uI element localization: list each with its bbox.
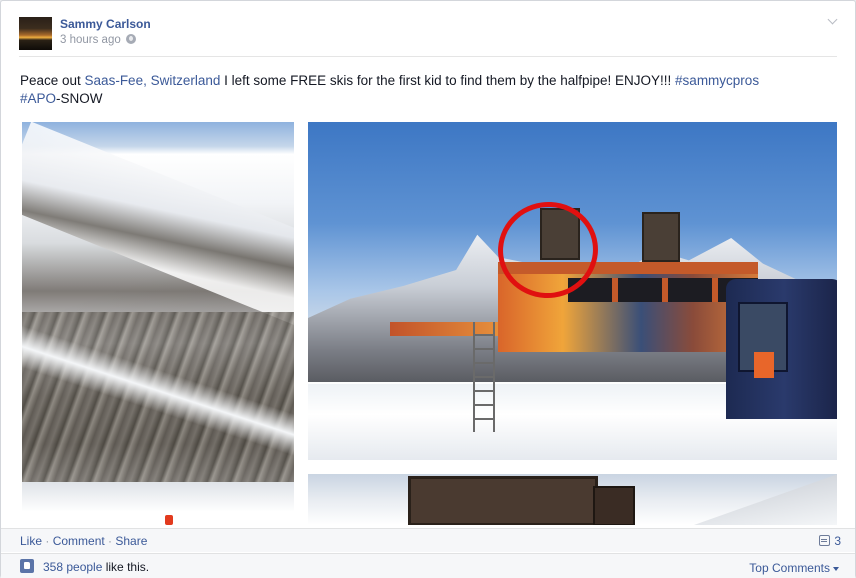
snow-slope bbox=[22, 482, 294, 525]
post-actions: Like · Comment · Share bbox=[20, 534, 147, 548]
timestamp-text[interactable]: 3 hours ago bbox=[60, 34, 121, 46]
caret-down-icon[interactable] bbox=[833, 567, 839, 571]
top-comments-label[interactable]: Top Comments bbox=[749, 561, 830, 575]
separator: · bbox=[104, 534, 116, 548]
skier-figure bbox=[165, 515, 173, 525]
header-divider bbox=[19, 56, 837, 57]
speaker-box bbox=[593, 486, 635, 525]
speaker-box bbox=[408, 476, 598, 525]
speaker-box bbox=[642, 212, 680, 262]
like-link[interactable]: Like bbox=[20, 534, 42, 548]
ladder bbox=[473, 322, 495, 432]
post-card: Sammy Carlson 3 hours ago Peace out Saas… bbox=[0, 0, 856, 578]
chevron-down-icon[interactable] bbox=[827, 15, 839, 27]
post-message: Peace out Saas-Fee, Switzerland I left s… bbox=[20, 72, 840, 108]
message-text: -SNOW bbox=[56, 91, 103, 106]
top-comments-dropdown[interactable]: Top Comments bbox=[749, 561, 839, 575]
comment-count-button[interactable]: 3 bbox=[819, 534, 841, 548]
comment-icon bbox=[819, 535, 831, 546]
place-link[interactable]: Saas-Fee, Switzerland bbox=[85, 73, 221, 88]
post-header: Sammy Carlson 3 hours ago bbox=[19, 15, 841, 51]
comment-link[interactable]: Comment bbox=[53, 534, 105, 548]
snow-ridge bbox=[22, 122, 294, 333]
snow-slope bbox=[694, 474, 837, 525]
separator: · bbox=[42, 534, 53, 548]
likes-bar: 358 people like this. Top Comments bbox=[1, 553, 855, 578]
photo-mountain-cliff[interactable] bbox=[22, 122, 294, 525]
avatar[interactable] bbox=[19, 17, 52, 50]
photo-bus-halfpipe[interactable] bbox=[308, 122, 837, 460]
likes-count-link[interactable]: 358 people bbox=[43, 560, 102, 574]
likes-summary: 358 people like this. bbox=[43, 560, 149, 574]
globe-icon[interactable] bbox=[125, 34, 136, 44]
hashtag-link[interactable]: #sammycpros bbox=[675, 73, 759, 88]
author-name[interactable]: Sammy Carlson bbox=[60, 17, 151, 31]
action-bar: Like · Comment · Share 3 bbox=[1, 528, 855, 552]
photo-speakers-closeup[interactable] bbox=[308, 474, 837, 525]
post-timestamp[interactable]: 3 hours ago bbox=[60, 34, 136, 46]
thumbs-up-icon bbox=[20, 559, 34, 573]
message-text: Peace out bbox=[20, 73, 85, 88]
hashtag-link[interactable]: #APO bbox=[20, 91, 56, 106]
message-text: I left some FREE skis for the first kid … bbox=[220, 73, 676, 88]
share-link[interactable]: Share bbox=[115, 534, 147, 548]
gondola-logo bbox=[754, 352, 774, 378]
likes-suffix: like this. bbox=[102, 560, 150, 574]
comment-count: 3 bbox=[834, 534, 841, 548]
